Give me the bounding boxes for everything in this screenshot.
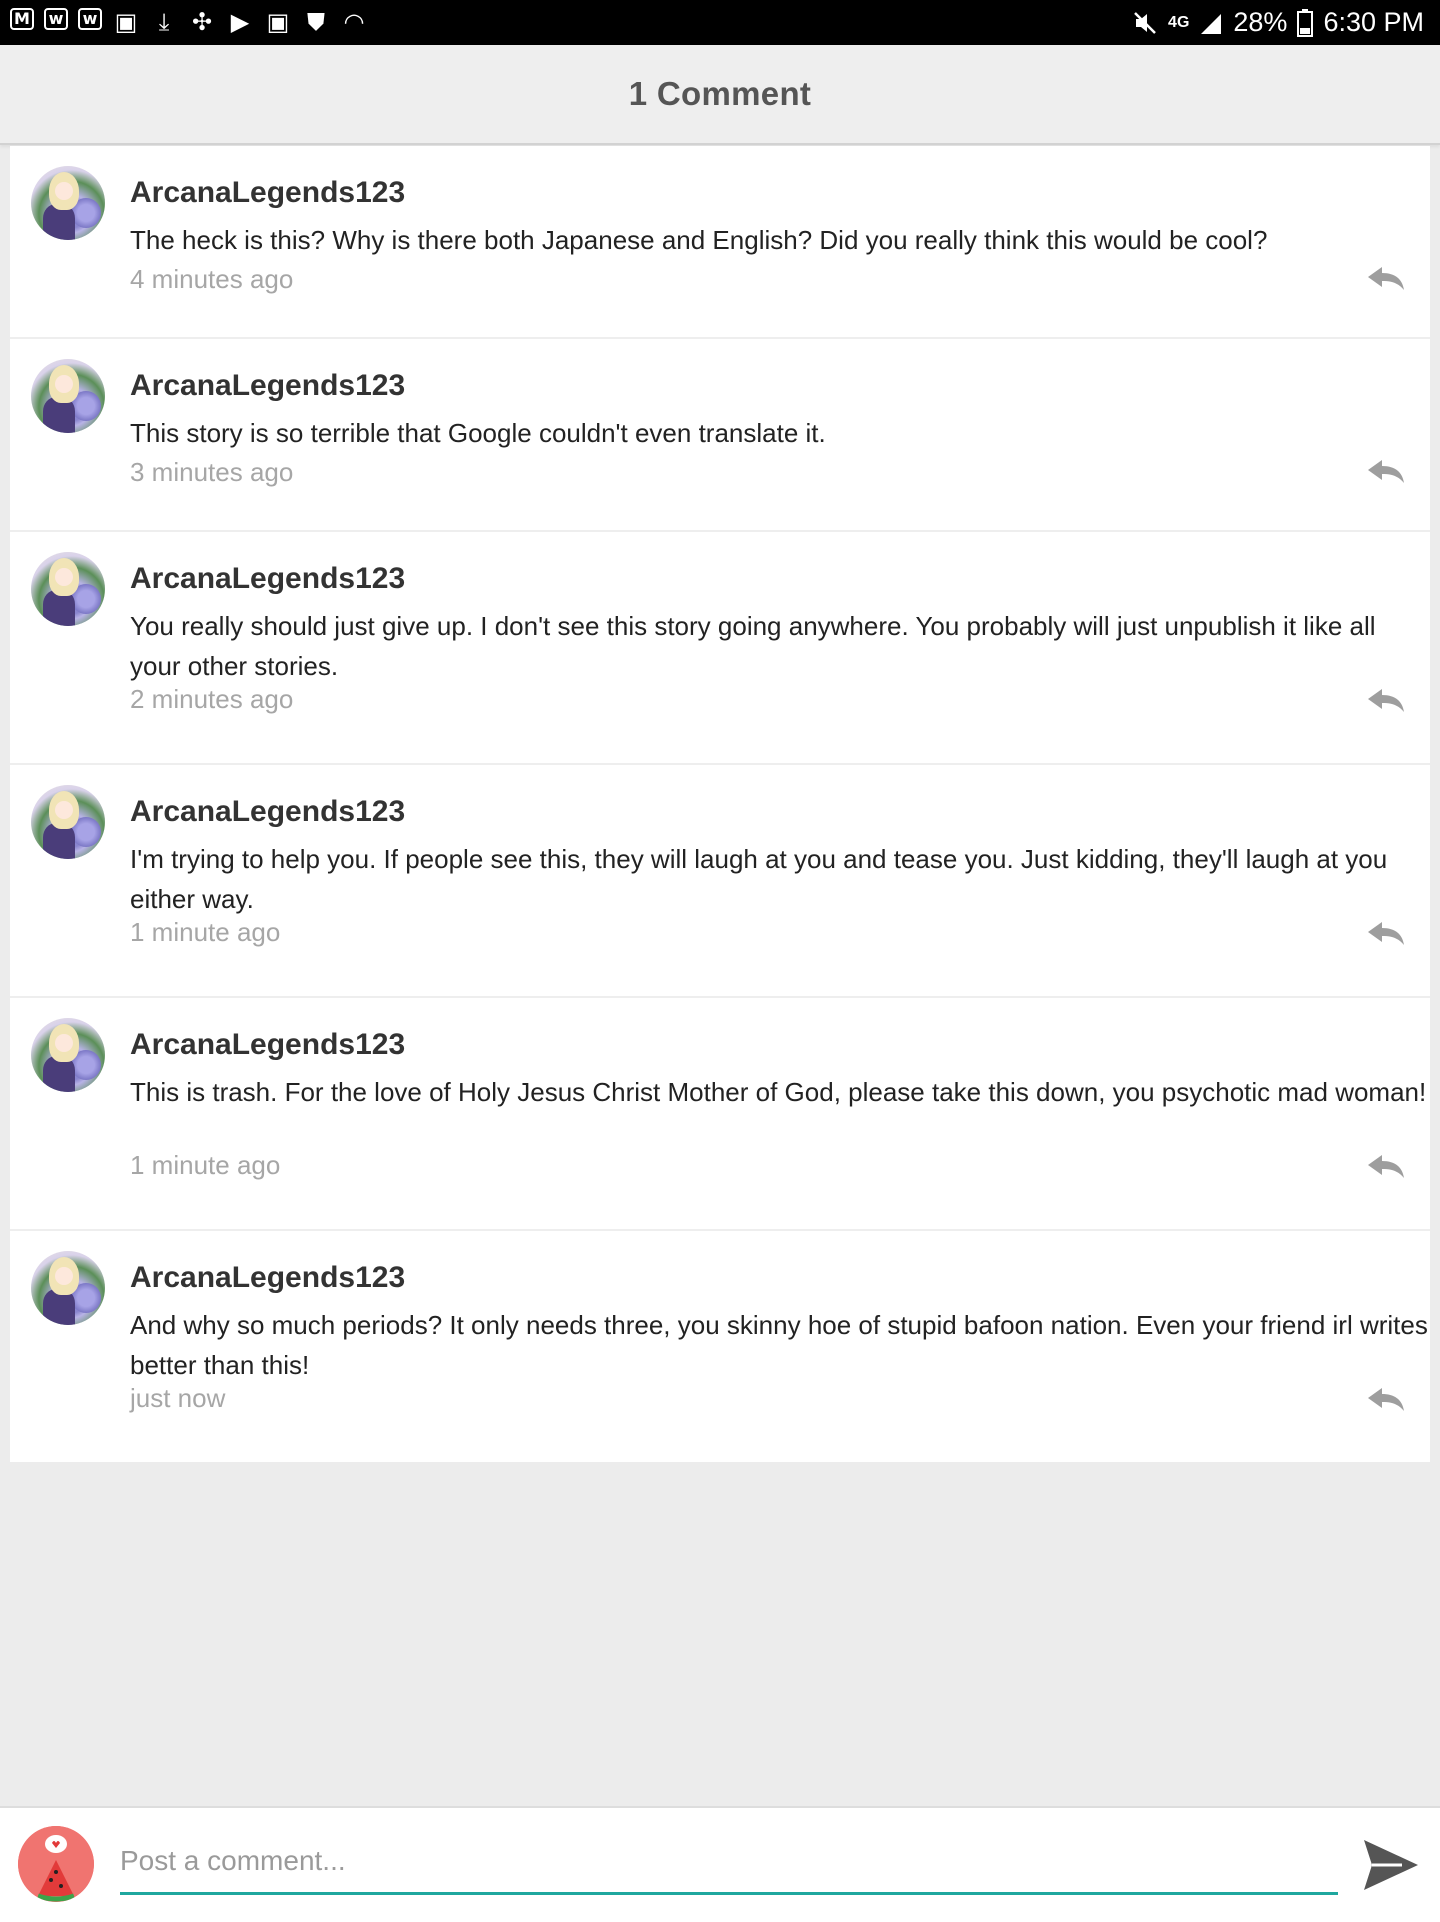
comment-item: ArcanaLegends123 This is trash. For the … [10, 998, 1430, 1231]
comment-input[interactable] [120, 1830, 1338, 1895]
reply-icon[interactable] [1366, 1152, 1406, 1182]
send-button[interactable] [1362, 1838, 1420, 1892]
mute-icon [1132, 10, 1158, 36]
comment-timestamp: just now [130, 1383, 226, 1413]
comment-username[interactable]: ArcanaLegends123 [130, 562, 405, 596]
avatar[interactable] [31, 359, 105, 433]
comment-text: The heck is this? Why is there both Japa… [130, 225, 1268, 255]
comment-username[interactable]: ArcanaLegends123 [130, 795, 405, 829]
avatar[interactable] [18, 1826, 94, 1902]
comment-timestamp: 1 minute ago [130, 917, 281, 947]
comment-text: This story is so terrible that Google co… [130, 418, 826, 448]
comment-username[interactable]: ArcanaLegends123 [130, 369, 405, 403]
play-store-icon: ▶ [230, 8, 250, 36]
comment-timestamp: 1 minute ago [130, 1150, 281, 1180]
comment-text: This is trash. For the love of Holy Jesu… [130, 1077, 1427, 1107]
image-icon: ▣ [266, 8, 290, 36]
comment-timestamp: 2 minutes ago [130, 684, 294, 714]
status-bar: M w w ▣ ⤓ ✣ ▶ ▣ ⛊ ◠ 4G 28% 6:30 PM [0, 0, 1440, 45]
clock: 6:30 PM [1323, 7, 1424, 37]
avatar[interactable] [31, 1018, 105, 1092]
comment-timestamp: 3 minutes ago [130, 457, 294, 487]
wifi-icon: ◠ [343, 8, 365, 36]
wattpad-icon: w [44, 8, 68, 30]
comment-item: ArcanaLegends123 I'm trying to help you.… [10, 765, 1430, 998]
comment-text: You really should just give up. I don't … [130, 611, 1376, 681]
comment-item: ArcanaLegends123 The heck is this? Why i… [10, 146, 1430, 339]
image-icon: ▣ [114, 8, 138, 36]
wattpad-icon: w [78, 8, 102, 30]
system-status: 4G 28% 6:30 PM [1132, 0, 1424, 45]
reply-icon[interactable] [1366, 264, 1406, 294]
gmail-icon: M [10, 8, 34, 30]
comment-item: ArcanaLegends123 This story is so terrib… [10, 339, 1430, 532]
avatar[interactable] [31, 166, 105, 240]
shield-icon: ⛊ [307, 8, 325, 36]
download-icon: ⤓ [158, 8, 170, 36]
comment-text: I'm trying to help you. If people see th… [130, 844, 1388, 914]
send-icon [1364, 1840, 1418, 1890]
battery-percent: 28% [1233, 7, 1288, 37]
signal-icon [1199, 10, 1223, 36]
comment-text: And why so much periods? It only needs t… [130, 1310, 1428, 1380]
avatar[interactable] [31, 552, 105, 626]
page-title: 1 Comment [628, 75, 812, 112]
reply-icon[interactable] [1366, 1385, 1406, 1415]
comment-timestamp: 4 minutes ago [130, 264, 294, 294]
comment-composer [0, 1806, 1440, 1922]
comment-item: ArcanaLegends123 And why so much periods… [10, 1231, 1430, 1462]
notification-icons: M w w ▣ ⤓ ✣ ▶ ▣ ⛊ ◠ [10, 8, 368, 36]
reply-icon[interactable] [1366, 686, 1406, 716]
comment-list[interactable]: ArcanaLegends123 The heck is this? Why i… [10, 146, 1430, 1462]
avatar[interactable] [31, 785, 105, 859]
comment-username[interactable]: ArcanaLegends123 [130, 1028, 405, 1062]
battery-icon [1297, 8, 1314, 37]
comments-header: 1 Comment [0, 45, 1440, 145]
reply-icon[interactable] [1366, 919, 1406, 949]
avatar[interactable] [31, 1251, 105, 1325]
comment-username[interactable]: ArcanaLegends123 [130, 176, 405, 210]
network-type: 4G [1168, 13, 1190, 31]
pinwheel-icon: ✣ [191, 8, 213, 36]
reply-icon[interactable] [1366, 457, 1406, 487]
comment-username[interactable]: ArcanaLegends123 [130, 1261, 405, 1295]
comment-item: ArcanaLegends123 You really should just … [10, 532, 1430, 765]
